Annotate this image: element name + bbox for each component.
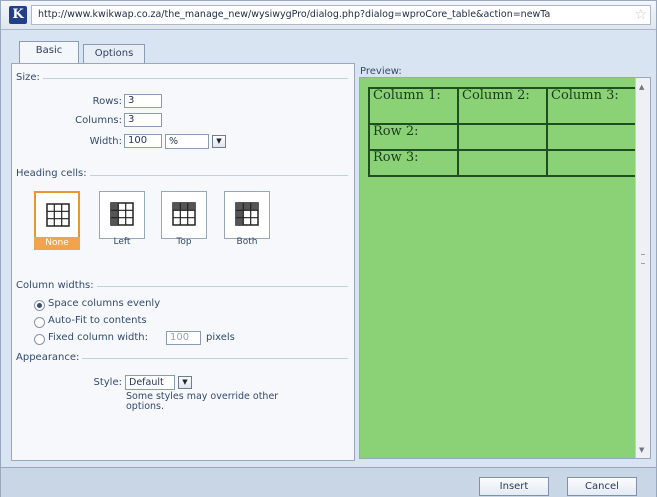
table-row: Row 2: xyxy=(368,123,637,151)
url-text: http://www.kwikwap.co.za/the_manage_new/… xyxy=(38,9,551,20)
dialog-footer: Insert Cancel xyxy=(1,467,656,497)
table-preview: Column 1: Column 2: Column 3: Row 2: Row… xyxy=(359,77,651,459)
fixed-width-input[interactable]: 100 xyxy=(166,331,201,345)
tab-options[interactable]: Options xyxy=(83,44,145,63)
columns-input[interactable]: 3 xyxy=(124,113,162,127)
preview-cell xyxy=(457,149,548,177)
preview-cell: Column 1: xyxy=(368,87,459,125)
rows-label: Rows: xyxy=(92,96,122,107)
style-value: Default xyxy=(129,377,164,388)
preview-cell: Row 3: xyxy=(368,149,459,177)
style-note: Some styles may override other options. xyxy=(126,391,279,412)
preview-cell: Column 2: xyxy=(457,87,548,125)
auto-fit-label: Auto-Fit to contents xyxy=(48,315,147,326)
width-unit-select[interactable]: % xyxy=(165,134,209,149)
app-logo-icon: K xyxy=(9,6,27,24)
preview-cell xyxy=(546,123,637,151)
heading-both-label: Both xyxy=(236,237,258,247)
preview-cell: Column 3: xyxy=(546,87,637,125)
style-label: Style: xyxy=(93,377,123,388)
preview-cell: Row 2: xyxy=(368,123,459,151)
preview-table: Column 1: Column 2: Column 3: Row 2: Row… xyxy=(368,87,637,177)
heading-left-label: Left xyxy=(113,237,131,247)
rows-input[interactable]: 3 xyxy=(124,94,162,108)
url-field[interactable]: http://www.kwikwap.co.za/the_manage_new/… xyxy=(31,5,651,25)
appearance-legend: Appearance: xyxy=(16,352,83,363)
heading-left-button[interactable] xyxy=(99,191,145,239)
dialog-window: K http://www.kwikwap.co.za/the_manage_ne… xyxy=(0,0,657,497)
pixels-label: pixels xyxy=(206,332,235,343)
heading-none-button[interactable] xyxy=(34,191,80,239)
cancel-button[interactable]: Cancel xyxy=(567,477,637,496)
basic-panel: Size: Rows: 3 Columns: 3 Width: 100 % ▼ … xyxy=(11,63,355,461)
preview-cell xyxy=(457,123,548,151)
preview-scrollbar[interactable]: ▲ ▼ xyxy=(635,78,650,458)
arrow-down-icon[interactable]: ▼ xyxy=(178,376,192,389)
scroll-grip-icon[interactable] xyxy=(641,254,645,264)
table-grid-icon xyxy=(46,203,70,227)
size-legend: Size: xyxy=(16,72,43,83)
insert-button[interactable]: Insert xyxy=(479,477,549,496)
table-row: Row 3: xyxy=(368,149,637,177)
arrow-down-icon[interactable]: ▼ xyxy=(212,135,226,148)
tab-basic[interactable]: Basic xyxy=(19,41,79,64)
width-label: Width: xyxy=(89,136,122,147)
table-left-header-icon xyxy=(110,202,134,226)
radio-space-evenly[interactable] xyxy=(34,300,45,311)
width-input[interactable]: 100 xyxy=(124,134,162,148)
heading-top-label: Top xyxy=(176,237,192,247)
scroll-down-icon[interactable]: ▼ xyxy=(639,446,644,454)
address-bar: K http://www.kwikwap.co.za/the_manage_ne… xyxy=(1,1,656,30)
scroll-up-icon[interactable]: ▲ xyxy=(639,83,644,91)
fixed-width-label: Fixed column width: xyxy=(48,332,149,343)
table-top-header-icon xyxy=(172,202,196,226)
heading-both-button[interactable] xyxy=(224,191,270,239)
preview-cell xyxy=(546,149,637,177)
width-unit-value: % xyxy=(169,136,179,147)
heading-none-label: None xyxy=(34,237,80,250)
columns-label: Columns: xyxy=(75,115,122,126)
column-widths-legend: Column widths: xyxy=(16,280,97,291)
space-evenly-label: Space columns evenly xyxy=(48,298,161,309)
table-both-header-icon xyxy=(235,202,259,226)
size-divider xyxy=(18,78,348,79)
heading-cells-legend: Heading cells: xyxy=(16,168,90,179)
radio-fixed-width[interactable] xyxy=(34,334,45,345)
table-row: Column 1: Column 2: Column 3: xyxy=(368,87,637,125)
preview-label: Preview: xyxy=(360,66,402,77)
heading-top-button[interactable] xyxy=(161,191,207,239)
tab-strip: Basic Options xyxy=(9,39,359,64)
style-select[interactable]: Default xyxy=(125,375,175,390)
radio-auto-fit[interactable] xyxy=(34,317,45,328)
star-icon[interactable]: ☆ xyxy=(634,7,647,23)
